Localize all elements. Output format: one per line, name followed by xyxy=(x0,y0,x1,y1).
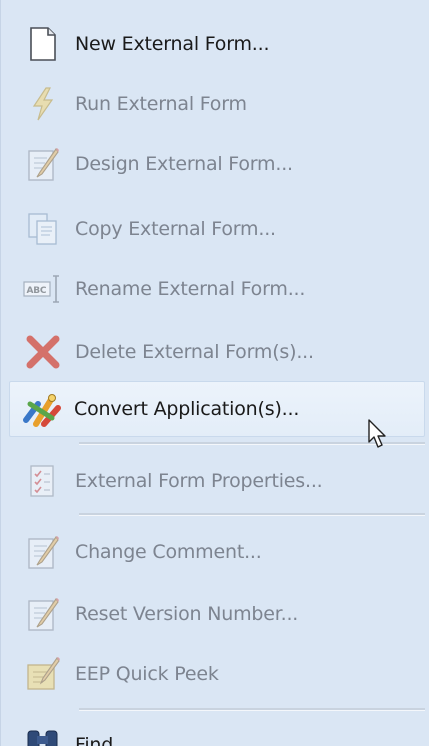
menu-separator xyxy=(79,708,425,711)
menu-item-run-external-form[interactable]: Run External Form xyxy=(7,82,425,126)
rename-icon: ABC xyxy=(21,269,65,309)
binoculars-icon xyxy=(21,725,65,746)
menu-item-reset-version-number[interactable]: Reset Version Number... xyxy=(7,591,425,637)
menu-item-label: Delete External Form(s)... xyxy=(75,341,314,363)
lightning-icon xyxy=(21,84,65,124)
menu-item-label: Rename External Form... xyxy=(75,278,306,300)
mouse-cursor-icon xyxy=(368,419,386,448)
menu-item-external-form-properties[interactable]: External Form Properties... xyxy=(7,458,425,504)
menu-item-eep-quick-peek[interactable]: EEP Quick Peek xyxy=(7,651,425,697)
quick-peek-icon xyxy=(21,654,65,694)
menu-item-label: Design External Form... xyxy=(75,153,293,175)
menu-item-label: Run External Form xyxy=(75,93,247,115)
menu-item-change-comment[interactable]: Change Comment... xyxy=(7,529,425,575)
menu-item-label: Change Comment... xyxy=(75,541,262,563)
menu-item-label: Copy External Form... xyxy=(75,218,276,240)
menu-item-label: EEP Quick Peek xyxy=(75,663,219,685)
menu-item-new-external-form[interactable]: New External Form... xyxy=(7,22,425,66)
menu-separator xyxy=(79,513,425,516)
pencil-document-icon xyxy=(21,594,65,634)
menu-item-label: Convert Application(s)... xyxy=(74,398,300,420)
delete-x-icon xyxy=(21,332,65,372)
new-document-icon xyxy=(21,24,65,64)
pencil-document-icon xyxy=(21,144,65,184)
menu-item-copy-external-form[interactable]: Copy External Form... xyxy=(7,207,425,251)
menu-item-delete-external-forms[interactable]: Delete External Form(s)... xyxy=(7,329,425,375)
menu-item-convert-applications[interactable]: Convert Application(s)... xyxy=(9,381,425,437)
properties-checklist-icon xyxy=(21,461,65,501)
menu-item-find[interactable]: Find xyxy=(7,722,425,746)
menu-item-label: External Form Properties... xyxy=(75,470,323,492)
copy-icon xyxy=(21,209,65,249)
pencil-document-icon xyxy=(21,532,65,572)
svg-text:ABC: ABC xyxy=(27,286,47,296)
menu-item-label: Reset Version Number... xyxy=(75,603,299,625)
context-menu: New External Form... Run External Form D… xyxy=(0,0,429,746)
convert-icon xyxy=(20,389,64,429)
menu-item-label: Find xyxy=(75,734,114,746)
menu-item-design-external-form[interactable]: Design External Form... xyxy=(7,142,425,186)
menu-item-label: New External Form... xyxy=(75,33,270,55)
menu-item-rename-external-form[interactable]: ABC Rename External Form... xyxy=(7,267,425,311)
